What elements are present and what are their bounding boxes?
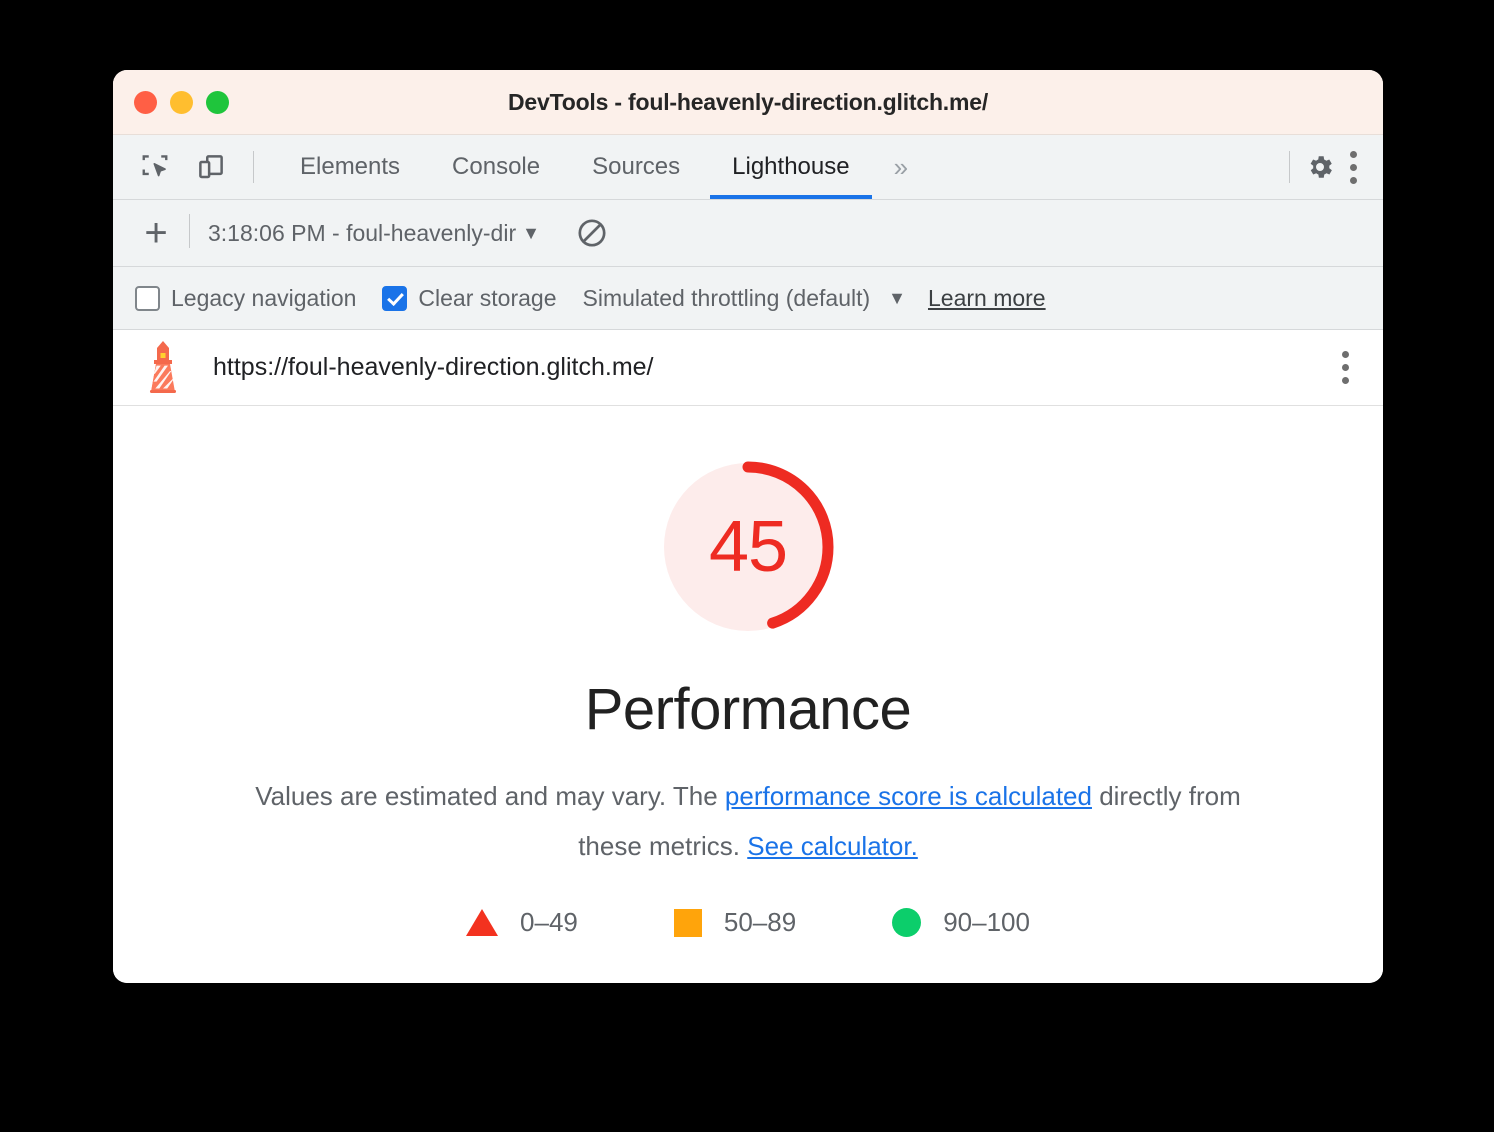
tab-elements-label: Elements xyxy=(300,153,401,180)
more-tabs-chevron-icon[interactable]: » xyxy=(876,135,926,199)
performance-score-value: 45 xyxy=(708,507,788,587)
legend-label-pass: 90–100 xyxy=(943,907,1030,937)
inspect-element-icon[interactable] xyxy=(133,145,177,189)
legend-item-fail: 0–49 xyxy=(466,907,578,938)
window-title: DevTools - foul-heavenly-direction.glitc… xyxy=(507,88,989,115)
clear-storage-checkbox[interactable] xyxy=(382,285,408,311)
new-report-button[interactable]: + xyxy=(133,210,179,256)
report-url-row: https://foul-heavenly-direction.glitch.m… xyxy=(113,330,1383,406)
triangle-icon xyxy=(466,909,499,936)
chevron-down-icon: ▼ xyxy=(522,222,540,243)
report-url: https://foul-heavenly-direction.glitch.m… xyxy=(213,353,654,381)
option-clear-storage[interactable]: Clear storage xyxy=(382,284,557,312)
report-run-selector[interactable]: 3:18:06 PM - foul-heavenly-dir ▼ xyxy=(208,220,540,247)
lighthouse-icon xyxy=(150,340,176,393)
report-run-selector-value: 3:18:06 PM - foul-heavenly-dir xyxy=(208,219,517,246)
clear-all-icon[interactable] xyxy=(572,213,612,253)
window-titlebar: DevTools - foul-heavenly-direction.glitc… xyxy=(113,70,1383,135)
run-toolbar-divider xyxy=(189,214,190,248)
legend-label-fail: 0–49 xyxy=(520,907,578,937)
devtools-main-menu-kebab-icon[interactable] xyxy=(1342,143,1365,192)
option-legacy-navigation[interactable]: Legacy navigation xyxy=(135,285,356,312)
report-options-kebab-icon[interactable] xyxy=(1334,343,1357,392)
square-icon xyxy=(673,908,702,937)
devtools-window: DevTools - foul-heavenly-direction.glitc… xyxy=(113,70,1383,983)
throttling-select-value[interactable]: Simulated throttling (default) xyxy=(583,285,871,312)
score-description-pre: Values are estimated and may vary. The xyxy=(255,781,725,811)
see-calculator-link[interactable]: See calculator. xyxy=(747,831,918,861)
page-title: Performance xyxy=(584,677,912,742)
gear-icon[interactable] xyxy=(1298,145,1342,189)
performance-score-gauge: 45 xyxy=(655,454,841,640)
tab-elements[interactable]: Elements xyxy=(274,135,426,199)
performance-score-calculated-link[interactable]: performance score is calculated xyxy=(725,781,1092,811)
lighthouse-run-toolbar: + 3:18:06 PM - foul-heavenly-dir ▼ xyxy=(113,200,1383,267)
learn-more-link[interactable]: Learn more xyxy=(928,285,1046,312)
devtools-tab-list: Elements Console Sources Lighthouse » xyxy=(274,135,926,199)
legend-label-average: 50–89 xyxy=(723,907,797,937)
clear-storage-label: Clear storage xyxy=(418,284,557,311)
tab-sources-label: Sources xyxy=(592,153,681,180)
lighthouse-report-body: 45 Performance Values are estimated and … xyxy=(113,406,1383,983)
legend-item-average: 50–89 xyxy=(673,907,797,938)
score-legend: 0–49 50–89 90–100 xyxy=(466,907,1030,938)
score-description: Values are estimated and may vary. The p… xyxy=(253,771,1243,871)
devtools-tabbar-right xyxy=(1281,135,1383,199)
tab-console-label: Console xyxy=(452,153,541,180)
throttling-chevron-down-icon[interactable]: ▼ xyxy=(888,288,906,309)
legacy-navigation-label: Legacy navigation xyxy=(171,284,357,311)
devtools-tool-icons xyxy=(113,135,262,199)
devtools-tabbar: Elements Console Sources Lighthouse » xyxy=(113,135,1383,200)
circle-icon xyxy=(892,908,922,937)
tab-lighthouse-label: Lighthouse xyxy=(732,153,850,180)
tab-lighthouse[interactable]: Lighthouse xyxy=(706,135,875,199)
device-toolbar-icon[interactable] xyxy=(189,145,233,189)
toolbar-divider xyxy=(253,151,254,183)
tabbar-right-divider xyxy=(1289,151,1290,183)
lighthouse-options-row: Legacy navigation Clear storage Simulate… xyxy=(113,267,1383,330)
legend-item-pass: 90–100 xyxy=(892,907,1030,938)
legacy-navigation-checkbox[interactable] xyxy=(135,285,160,311)
tab-sources[interactable]: Sources xyxy=(566,135,706,199)
tab-console[interactable]: Console xyxy=(426,135,566,199)
